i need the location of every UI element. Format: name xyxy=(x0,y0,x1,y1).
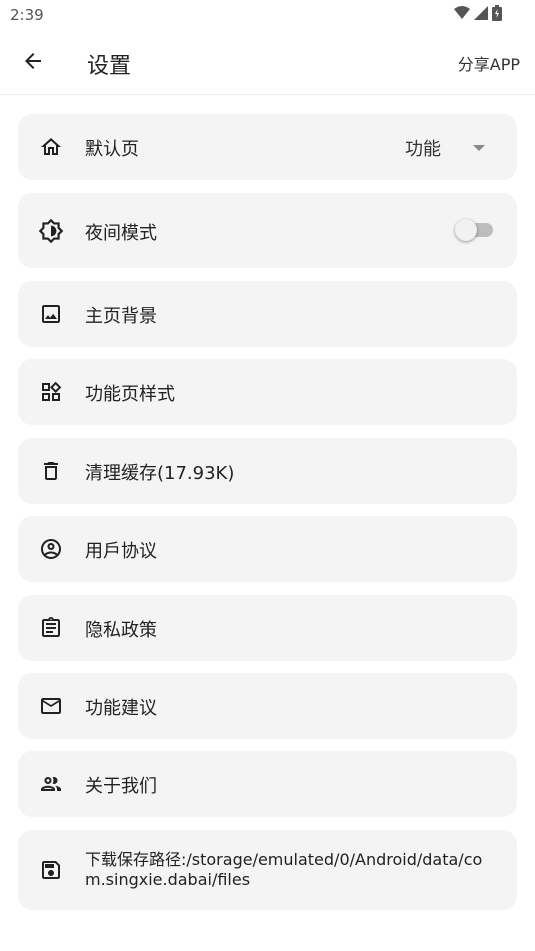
about-label: 关于我们 xyxy=(85,776,157,797)
night-mode-setting[interactable]: 夜间模式 xyxy=(18,193,517,268)
feedback-setting[interactable]: 功能建议 xyxy=(18,673,517,739)
home-icon xyxy=(38,134,64,160)
trash-icon xyxy=(38,458,64,484)
feature-style-label: 功能页样式 xyxy=(85,384,175,405)
mail-icon xyxy=(38,693,64,719)
share-app-button[interactable]: 分享APP xyxy=(458,51,520,75)
widgets-icon xyxy=(38,379,64,405)
privacy-policy-label: 隐私政策 xyxy=(85,620,157,641)
default-page-setting[interactable]: 默认页 功能 xyxy=(18,114,517,180)
status-icons xyxy=(454,5,502,25)
status-bar: 2:39 xyxy=(0,0,535,30)
arrow-left-icon xyxy=(21,49,45,77)
image-icon xyxy=(38,301,64,327)
home-background-label: 主页背景 xyxy=(85,306,157,327)
back-button[interactable] xyxy=(20,50,46,76)
night-mode-toggle[interactable] xyxy=(455,219,495,241)
privacy-policy-setting[interactable]: 隐私政策 xyxy=(18,595,517,661)
feature-style-setting[interactable]: 功能页样式 xyxy=(18,359,517,425)
about-setting[interactable]: 关于我们 xyxy=(18,751,517,817)
toggle-thumb xyxy=(455,219,477,241)
chevron-down-icon xyxy=(473,145,485,151)
status-time: 2:39 xyxy=(10,6,44,24)
clipboard-icon xyxy=(38,615,64,641)
clear-cache-setting[interactable]: 清理缓存(17.93K) xyxy=(18,438,517,504)
download-path-setting[interactable]: 下载保存路径:/storage/emulated/0/Android/data/… xyxy=(18,830,517,910)
app-bar: 设置 分享APP xyxy=(0,30,535,95)
brightness-icon xyxy=(38,218,64,244)
page-title: 设置 xyxy=(87,54,132,79)
feedback-label: 功能建议 xyxy=(85,698,157,719)
account-circle-icon xyxy=(38,536,64,562)
save-icon xyxy=(38,857,64,883)
default-page-label: 默认页 xyxy=(85,139,139,160)
people-icon xyxy=(38,771,64,797)
user-agreement-label: 用戶协议 xyxy=(85,541,157,562)
home-background-setting[interactable]: 主页背景 xyxy=(18,281,517,347)
wifi-icon xyxy=(454,6,470,24)
cellular-signal-icon xyxy=(474,6,488,24)
default-page-value[interactable]: 功能 xyxy=(405,135,441,161)
battery-icon xyxy=(492,5,502,25)
night-mode-label: 夜间模式 xyxy=(85,223,157,244)
user-agreement-setting[interactable]: 用戶协议 xyxy=(18,516,517,582)
clear-cache-label: 清理缓存(17.93K) xyxy=(85,463,235,484)
download-path-label: 下载保存路径:/storage/emulated/0/Android/data/… xyxy=(85,850,483,889)
